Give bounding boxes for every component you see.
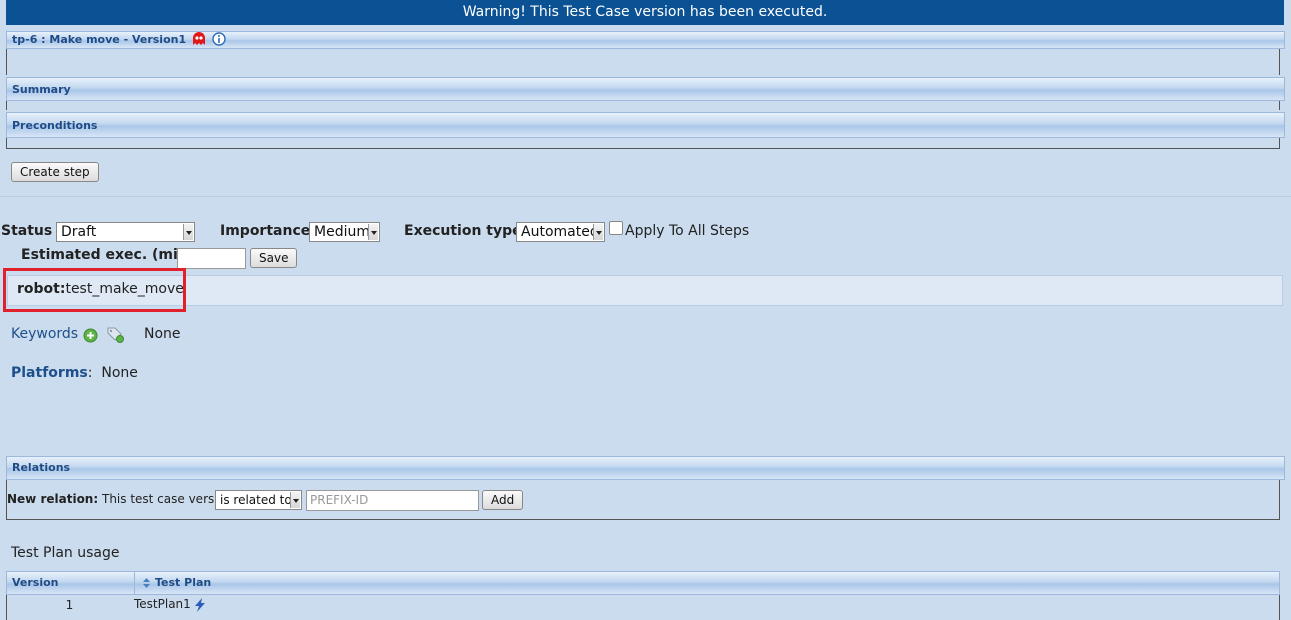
- relation-id-input[interactable]: PREFIX-ID: [306, 490, 479, 511]
- keywords-value: None: [144, 326, 181, 342]
- custom-field-value: test_make_move: [65, 281, 184, 297]
- dropdown-arrow-icon: [290, 492, 300, 508]
- keywords-link[interactable]: Keywords: [11, 326, 78, 342]
- tag-keyword-icon[interactable]: [106, 326, 125, 344]
- row-version: 1: [65, 598, 74, 612]
- status-value: Draft: [61, 224, 97, 240]
- divider: [0, 196, 1291, 197]
- header-test-plan[interactable]: Test Plan: [155, 575, 211, 591]
- estimated-exec-input[interactable]: [177, 248, 246, 269]
- row-test-plan: TestPlan1: [134, 597, 191, 611]
- add-keyword-icon[interactable]: [83, 328, 98, 343]
- ghost-icon[interactable]: [192, 32, 206, 46]
- summary-label: Summary: [12, 83, 71, 96]
- execution-type-value: Automated: [521, 224, 599, 240]
- relation-type-value: is related to: [220, 493, 292, 507]
- testcase-title-bar: tp-6 : Make move - Version1: [6, 31, 1285, 49]
- preconditions-panel: [6, 138, 1280, 149]
- info-icon[interactable]: [212, 32, 226, 46]
- create-step-button[interactable]: Create step: [11, 162, 99, 182]
- new-relation-label: New relation:: [7, 492, 99, 506]
- warning-banner: Warning! This Test Case version has been…: [6, 0, 1284, 25]
- save-button[interactable]: Save: [250, 248, 298, 268]
- add-relation-button[interactable]: Add: [482, 490, 524, 510]
- relations-label: Relations: [12, 461, 71, 474]
- importance-label: Importance :: [220, 223, 321, 239]
- dropdown-arrow-icon: [368, 224, 378, 240]
- testcase-panel: [6, 49, 1280, 75]
- header-version[interactable]: Version: [12, 575, 59, 591]
- apply-all-label: Apply To All Steps: [625, 223, 750, 239]
- preconditions-bar[interactable]: Preconditions: [6, 112, 1285, 138]
- table-row: 1 TestPlan1: [6, 596, 1279, 615]
- header-divider: [134, 572, 135, 594]
- relation-type-select[interactable]: is related to: [215, 490, 302, 510]
- importance-value: Medium: [314, 224, 370, 240]
- platforms-label: Platforms: [11, 365, 88, 381]
- summary-panel: [6, 101, 1280, 110]
- test-plan-table-header: Version Test Plan: [6, 571, 1280, 595]
- test-plan-usage-title: Test Plan usage: [11, 545, 120, 561]
- dropdown-arrow-icon: [593, 224, 603, 240]
- platforms-row: Platforms: None: [11, 365, 138, 381]
- new-relation-row: New relation: This test case version: [7, 492, 233, 506]
- sort-icon[interactable]: [142, 577, 151, 589]
- platforms-value: None: [101, 365, 138, 381]
- custom-field-name: robot:: [17, 281, 66, 297]
- new-relation-text: This test case version: [101, 492, 233, 506]
- preconditions-label: Preconditions: [12, 119, 98, 132]
- summary-bar[interactable]: Summary: [6, 77, 1285, 101]
- platforms-colon: :: [87, 365, 93, 381]
- custom-field-robot: robot:test_make_move: [17, 281, 184, 297]
- execution-type-label: Execution type :: [404, 223, 533, 239]
- status-label: Status :: [1, 223, 63, 239]
- status-select[interactable]: Draft: [56, 222, 195, 242]
- importance-select[interactable]: Medium: [309, 222, 380, 242]
- testcase-title: tp-6 : Make move - Version1: [12, 33, 187, 46]
- custom-fields-panel: [7, 275, 1283, 306]
- lightning-icon[interactable]: [192, 597, 208, 613]
- execution-type-select[interactable]: Automated: [516, 222, 605, 242]
- relations-bar[interactable]: Relations: [6, 456, 1285, 480]
- dropdown-arrow-icon: [183, 224, 193, 240]
- apply-all-checkbox[interactable]: [609, 221, 623, 235]
